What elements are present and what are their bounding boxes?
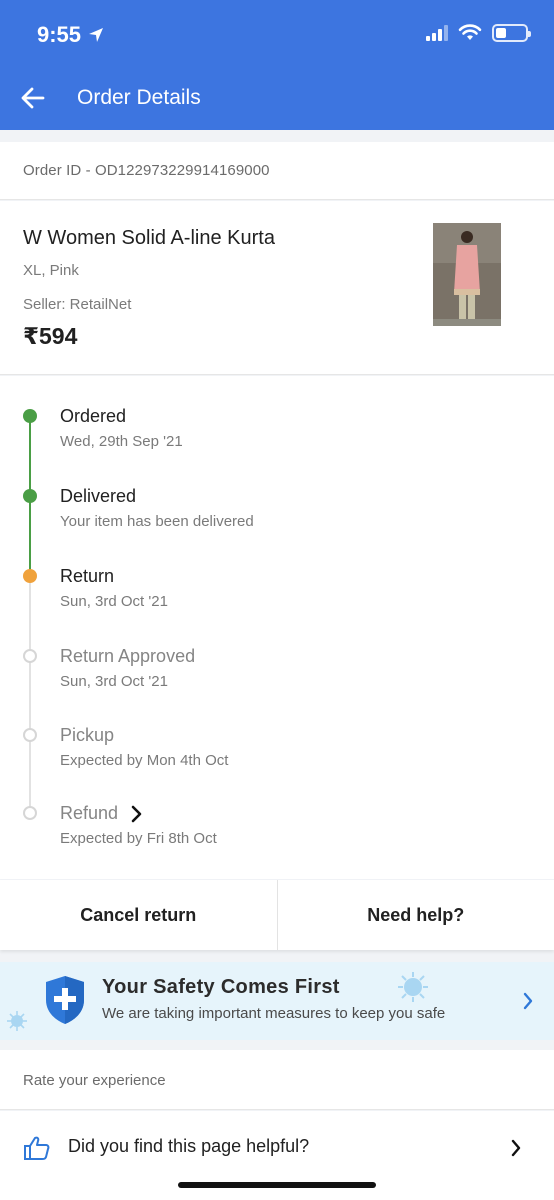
chevron-right-icon xyxy=(511,1139,521,1157)
timeline-dot-return xyxy=(23,569,37,583)
timeline-subtitle-ordered: Wed, 29th Sep '21 xyxy=(60,433,183,450)
battery-icon xyxy=(492,24,531,42)
chevron-right-icon xyxy=(131,805,142,822)
thumbs-up-icon xyxy=(24,1136,50,1160)
product-variant: XL, Pink xyxy=(23,262,79,279)
timeline-dot-ordered xyxy=(23,409,37,423)
order-id-label: Order ID - OD122973229914169000 xyxy=(23,162,270,179)
helpful-question: Did you find this page helpful? xyxy=(68,1136,310,1156)
timeline-title-return-approved: Return Approved xyxy=(60,646,196,666)
order-timeline: Ordered Wed, 29th Sep '21 Delivered Your… xyxy=(0,376,554,879)
home-indicator[interactable] xyxy=(178,1182,376,1188)
product-seller: Seller: RetailNet xyxy=(23,296,132,313)
timeline-title-delivered: Delivered xyxy=(60,486,137,506)
timeline-dot-refund xyxy=(23,806,37,820)
shield-plus-icon xyxy=(46,976,84,1024)
location-arrow-icon xyxy=(89,28,104,42)
wifi-icon xyxy=(458,24,482,40)
status-icons xyxy=(426,24,531,42)
product-card[interactable]: W Women Solid A-line Kurta XL, Pink Sell… xyxy=(0,201,554,375)
timeline-title-ordered: Ordered xyxy=(60,406,127,426)
chevron-right-icon xyxy=(523,992,533,1010)
timeline-subtitle-return: Sun, 3rd Oct '21 xyxy=(60,593,168,610)
virus-icon xyxy=(7,1011,27,1031)
kurta-photo xyxy=(433,223,501,326)
refund-link[interactable]: Refund xyxy=(60,803,142,824)
battery-fill xyxy=(496,28,506,38)
timeline-title-return: Return xyxy=(60,566,115,586)
rate-experience-label: Rate your experience xyxy=(0,1050,554,1110)
need-help-button[interactable]: Need help? xyxy=(278,880,554,950)
status-time-text: 9:55 xyxy=(37,22,82,47)
timeline-dot-delivered xyxy=(23,489,37,503)
order-id-row: Order ID - OD122973229914169000 xyxy=(0,142,554,200)
action-bar: Cancel return Need help? xyxy=(0,880,554,950)
cellular-signal-icon xyxy=(426,25,448,41)
product-name: W Women Solid A-line Kurta xyxy=(23,227,275,249)
timeline-title-pickup: Pickup xyxy=(60,725,115,745)
status-time: 9:55 xyxy=(37,22,105,48)
timeline-subtitle-return-approved: Sun, 3rd Oct '21 xyxy=(60,673,168,690)
cancel-return-button[interactable]: Cancel return xyxy=(0,880,277,950)
timeline-dot-return-approved xyxy=(23,649,37,663)
timeline-title-refund: Refund xyxy=(60,803,119,823)
safety-title: Your Safety Comes First xyxy=(102,976,340,998)
product-image[interactable] xyxy=(433,223,501,326)
app-header: 9:55 Order Details xyxy=(0,0,554,130)
timeline-dot-pickup xyxy=(23,728,37,742)
safety-subtitle: We are taking important measures to keep… xyxy=(102,1005,446,1022)
back-arrow-icon[interactable] xyxy=(20,85,46,111)
timeline-subtitle-pickup: Expected by Mon 4th Oct xyxy=(60,752,229,769)
timeline-subtitle-refund: Expected by Fri 8th Oct xyxy=(60,830,217,847)
timeline-line-pending xyxy=(29,576,31,816)
rate-experience-text: Rate your experience xyxy=(23,1072,166,1089)
page-title: Order Details xyxy=(77,86,201,109)
timeline-subtitle-delivered: Your item has been delivered xyxy=(60,513,254,530)
virus-icon xyxy=(398,972,428,1002)
product-price: ₹594 xyxy=(23,323,78,349)
safety-banner[interactable]: Your Safety Comes First We are taking im… xyxy=(0,962,554,1040)
